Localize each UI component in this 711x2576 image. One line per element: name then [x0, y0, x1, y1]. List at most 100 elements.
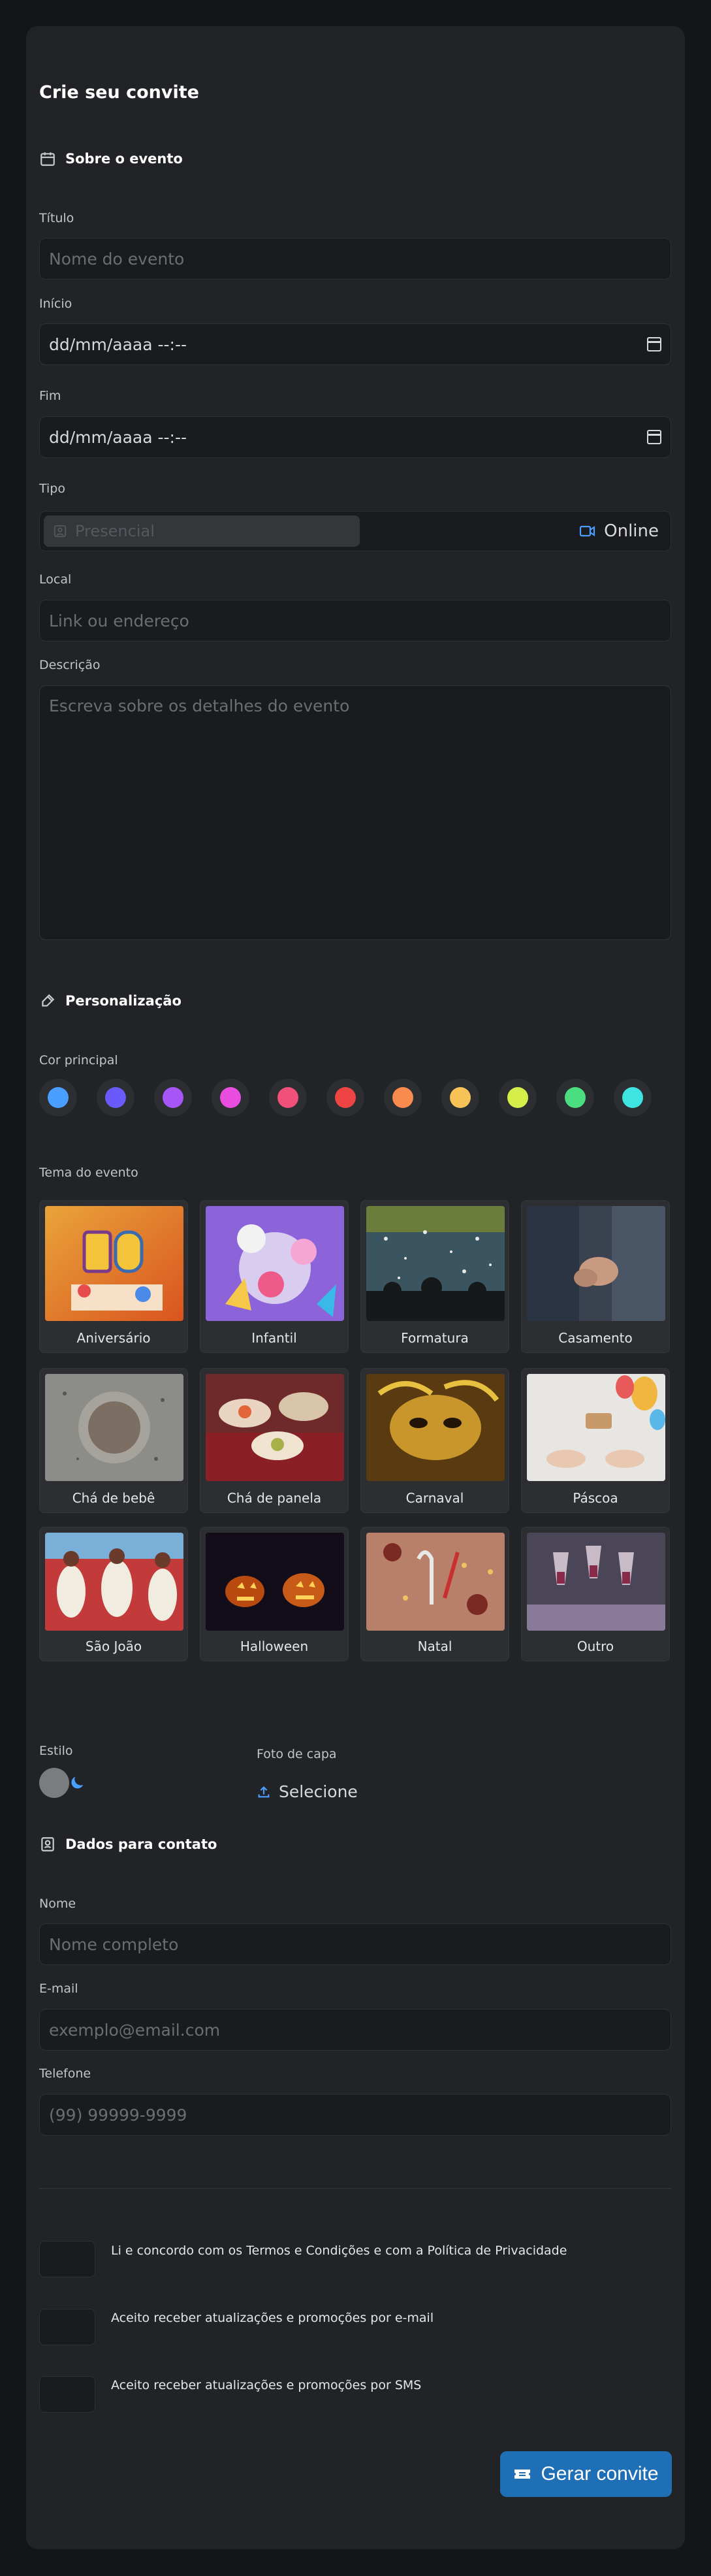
- video-camera-icon: [580, 525, 595, 537]
- contact-section-heading: Dados para contato: [39, 1836, 217, 1853]
- theme-card-carnaval[interactable]: Carnaval: [360, 1368, 509, 1513]
- calendar-picker-icon[interactable]: [647, 430, 661, 444]
- email-updates-checkbox[interactable]: [39, 2309, 95, 2345]
- cover-photo-label: Foto de capa: [257, 1747, 337, 1761]
- theme-card-label: Chá de bebê: [72, 1490, 155, 1506]
- theme-label: Tema do evento: [39, 1166, 138, 1180]
- end-datetime-input[interactable]: dd/mm/aaaa --:--: [39, 416, 671, 458]
- color-swatch[interactable]: [154, 1079, 192, 1117]
- phone-input[interactable]: (99) 99999-9999: [39, 2094, 671, 2136]
- theme-card-halloween[interactable]: Halloween: [200, 1527, 349, 1661]
- about-section-heading: Sobre o evento: [39, 150, 183, 167]
- carnival-mask-photo: [366, 1374, 505, 1481]
- email-input[interactable]: exemplo@email.com: [39, 2009, 671, 2051]
- color-swatch-dot: [450, 1087, 471, 1108]
- cover-photo-select-label: Selecione: [279, 1782, 358, 1801]
- color-swatch[interactable]: [212, 1079, 249, 1117]
- theme-card-pascoa[interactable]: Páscoa: [521, 1368, 670, 1513]
- color-swatch-dot: [565, 1087, 586, 1108]
- location-label: Local: [39, 572, 72, 587]
- color-swatch-dot: [507, 1087, 528, 1108]
- theme-card-outro[interactable]: Outro: [521, 1527, 670, 1661]
- calendar-icon: [40, 152, 55, 166]
- type-option-online[interactable]: Online: [579, 512, 659, 551]
- theme-card-label: São João: [85, 1639, 142, 1654]
- location-input[interactable]: Link ou endereço: [39, 600, 671, 642]
- color-swatch[interactable]: [614, 1079, 652, 1117]
- personalize-heading-text: Personalização: [65, 993, 182, 1009]
- theme-card-label: Aniversário: [76, 1330, 151, 1346]
- color-swatch-dot: [335, 1087, 356, 1108]
- theme-card-cha-de-panela[interactable]: Chá de panela: [200, 1368, 349, 1513]
- contact-heading-text: Dados para contato: [65, 1836, 217, 1852]
- end-label: Fim: [39, 389, 61, 403]
- theme-card-label: Páscoa: [573, 1490, 618, 1506]
- style-theme-toggle[interactable]: [39, 1767, 91, 1799]
- title-label: Título: [39, 211, 74, 225]
- personalize-section-heading: Personalização: [39, 992, 182, 1009]
- theme-card-formatura[interactable]: Formatura: [360, 1200, 509, 1353]
- color-swatch[interactable]: [326, 1079, 364, 1117]
- color-swatch-dot: [220, 1087, 241, 1108]
- theme-card-cha-de-bebe[interactable]: Chá de bebê: [39, 1368, 188, 1513]
- upload-icon: [258, 1785, 270, 1797]
- section-divider: [39, 2188, 671, 2189]
- start-datetime-value: dd/mm/aaaa --:--: [49, 334, 187, 354]
- color-swatch[interactable]: [441, 1079, 479, 1117]
- theme-card-label: Formatura: [401, 1330, 469, 1346]
- color-swatch[interactable]: [39, 1079, 77, 1117]
- page-title: Crie seu convite: [39, 82, 199, 103]
- theme-card-label: Carnaval: [405, 1490, 464, 1506]
- baby-shower-photo: [45, 1374, 183, 1481]
- cover-photo-select-button[interactable]: Selecione: [257, 1782, 358, 1801]
- style-label: Estilo: [39, 1744, 73, 1758]
- terms-checkbox[interactable]: [39, 2241, 95, 2277]
- description-label: Descrição: [39, 658, 101, 672]
- end-datetime-value: dd/mm/aaaa --:--: [49, 427, 187, 447]
- color-swatch-dot: [48, 1087, 69, 1108]
- event-type-toggle: Presencial Online: [39, 511, 671, 551]
- sms-updates-checkbox[interactable]: [39, 2376, 95, 2413]
- bridal-shower-photo: [206, 1374, 344, 1481]
- type-option-presencial[interactable]: Presencial: [44, 515, 360, 547]
- theme-card-infantil[interactable]: Infantil: [200, 1200, 349, 1353]
- theme-card-label: Outro: [577, 1639, 614, 1654]
- about-heading-text: Sobre o evento: [65, 151, 183, 167]
- sms-updates-checkbox-label: Aceito receber atualizações e promoções …: [111, 2378, 422, 2392]
- generate-invite-label: Gerar convite: [541, 2463, 659, 2485]
- graduation-photo: [366, 1206, 505, 1321]
- color-swatch-dot: [105, 1087, 126, 1108]
- type-option-presencial-label: Presencial: [75, 522, 155, 540]
- christmas-photo: [366, 1533, 505, 1631]
- color-label: Cor principal: [39, 1053, 118, 1068]
- calendar-picker-icon[interactable]: [647, 337, 661, 351]
- theme-card-natal[interactable]: Natal: [360, 1527, 509, 1661]
- color-swatch[interactable]: [384, 1079, 422, 1117]
- description-textarea[interactable]: Escreva sobre os detalhes do evento: [39, 685, 671, 940]
- color-swatch-dot: [622, 1087, 643, 1108]
- invite-form-card: Crie seu convite Sobre o evento Título N…: [26, 26, 685, 2549]
- theme-card-casamento[interactable]: Casamento: [521, 1200, 670, 1353]
- color-swatch[interactable]: [499, 1079, 537, 1117]
- color-swatch[interactable]: [556, 1079, 594, 1117]
- toast-photo: [527, 1533, 665, 1631]
- wedding-photo: [527, 1206, 665, 1321]
- light-mode-knob: [39, 1768, 69, 1798]
- color-swatch[interactable]: [269, 1079, 307, 1117]
- theme-card-sao-joao[interactable]: São João: [39, 1527, 188, 1661]
- name-input[interactable]: Nome completo: [39, 1923, 671, 1965]
- name-label: Nome: [39, 1897, 76, 1911]
- start-label: Início: [39, 297, 72, 311]
- color-swatch[interactable]: [97, 1079, 134, 1117]
- phone-label: Telefone: [39, 2066, 91, 2081]
- generate-invite-button[interactable]: Gerar convite: [500, 2451, 672, 2497]
- theme-card-label: Halloween: [240, 1639, 309, 1654]
- theme-card-aniversario[interactable]: Aniversário: [39, 1200, 188, 1353]
- type-label: Tipo: [39, 481, 65, 496]
- type-option-online-label: Online: [604, 521, 659, 541]
- brush-icon: [42, 994, 55, 1007]
- color-swatch-dot: [392, 1087, 413, 1108]
- start-datetime-input[interactable]: dd/mm/aaaa --:--: [39, 323, 671, 365]
- title-input[interactable]: Nome do evento: [39, 238, 671, 280]
- color-swatch-dot: [163, 1087, 183, 1108]
